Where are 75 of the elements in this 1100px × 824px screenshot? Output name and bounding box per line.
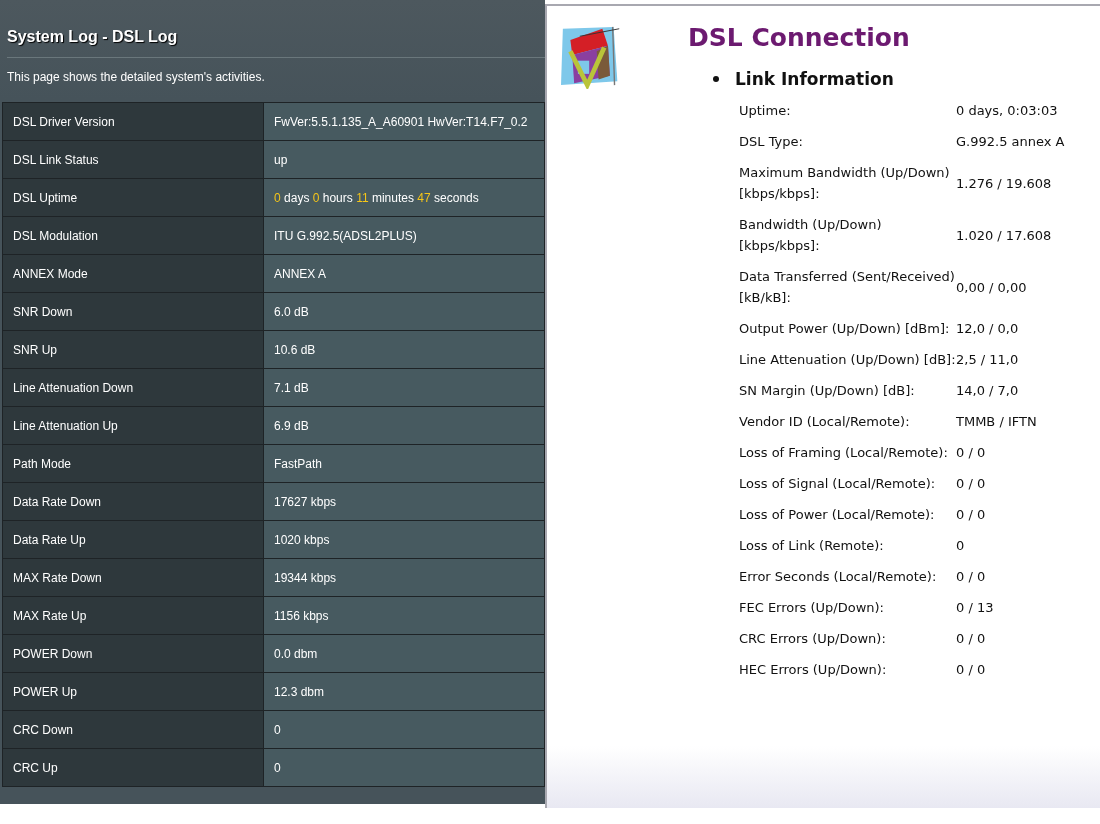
field-value: G.992.5 annex A (956, 133, 1065, 151)
field-value: 0 / 13 (956, 599, 994, 617)
field-value: 0 (956, 537, 965, 555)
label-cell: Line Attenuation Down (2, 368, 264, 407)
label-cell: MAX Rate Up (2, 596, 264, 635)
field-label: Loss of Signal (Local/Remote): (739, 475, 937, 493)
field-value: 0 days, 0:03:03 (956, 102, 1058, 120)
page-title: DSL Connection (688, 22, 911, 54)
field-value: 0 / 0 (956, 444, 986, 462)
label-cell: DSL Driver Version (2, 102, 264, 141)
label-cell: POWER Up (2, 672, 264, 711)
value-cell: 1020 kbps (263, 520, 545, 559)
value-cell: 0.0 dbm (263, 634, 545, 673)
value-cell: 1156 kbps (263, 596, 545, 635)
field-label: Line Attenuation (Up/Down) [dB]: (739, 351, 956, 369)
value-cell: ANNEX A (263, 254, 545, 293)
section-heading: Link Information (735, 68, 894, 91)
value-cell: 17627 kbps (263, 482, 545, 521)
label-cell: Line Attenuation Up (2, 406, 264, 445)
bullet-icon (713, 76, 719, 82)
field-value: 0 / 0 (956, 568, 986, 586)
field-value: 14,0 / 7,0 (956, 382, 1019, 400)
field-label: Error Seconds (Local/Remote): (739, 568, 938, 586)
value-cell: 6.9 dB (263, 406, 545, 445)
label-cell: SNR Up (2, 330, 264, 369)
field-label: Bandwidth (Up/Down) [kbps/kbps]: (739, 216, 883, 255)
field-label: FEC Errors (Up/Down): (739, 599, 885, 617)
field-label: Loss of Power (Local/Remote): (739, 506, 936, 524)
field-value: 0,00 / 0,00 (956, 278, 1027, 297)
field-label: Output Power (Up/Down) [dBm]: (739, 320, 951, 338)
field-label: Uptime: (739, 102, 792, 120)
field-label: CRC Errors (Up/Down): (739, 630, 887, 648)
value-cell: 0 (263, 710, 545, 749)
field-label: Loss of Framing (Local/Remote): (739, 444, 949, 462)
value-cell: 6.0 dB (263, 292, 545, 331)
field-value: 0 / 0 (956, 630, 986, 648)
label-cell: DSL Modulation (2, 216, 264, 255)
page-title: System Log - DSL Log (7, 27, 179, 47)
value-cell: 0 (263, 748, 545, 787)
field-value: 12,0 / 0,0 (956, 320, 1019, 338)
uptime-cell: 0 days 0 hours 11 minutes 47 seconds (263, 178, 545, 217)
value-cell: FwVer:5.5.1.135_A_A60901 HwVer:T14.F7_0.2 (263, 102, 545, 141)
field-value: 0 / 0 (956, 661, 986, 679)
field-value: 0 / 0 (956, 475, 986, 493)
field-label: Vendor ID (Local/Remote): (739, 413, 911, 431)
field-value: 0 / 0 (956, 506, 986, 524)
label-cell: CRC Up (2, 748, 264, 787)
field-label: SN Margin (Up/Down) [dB]: (739, 382, 916, 400)
label-cell: POWER Down (2, 634, 264, 673)
field-label: Data Transferred (Sent/Received) [kB/kB]: (739, 268, 956, 307)
field-label: HEC Errors (Up/Down): (739, 661, 888, 679)
field-label: Loss of Link (Remote): (739, 537, 885, 555)
label-cell: SNR Down (2, 292, 264, 331)
label-cell: ANNEX Mode (2, 254, 264, 293)
field-value: 1.020 / 17.608 (956, 226, 1052, 245)
label-cell: Data Rate Up (2, 520, 264, 559)
field-value: TMMB / IFTN (956, 413, 1037, 431)
field-value: 2,5 / 11,0 (956, 351, 1019, 369)
label-cell: DSL Uptime (2, 178, 264, 217)
field-value: 1.276 / 19.608 (956, 174, 1052, 193)
value-cell: ITU G.992.5(ADSL2PLUS) (263, 216, 545, 255)
field-label: Maximum Bandwidth (Up/Down) [kbps/kbps]: (739, 164, 951, 203)
label-cell: DSL Link Status (2, 140, 264, 179)
value-cell: 10.6 dB (263, 330, 545, 369)
label-cell: CRC Down (2, 710, 264, 749)
value-cell: up (263, 140, 545, 179)
label-cell: MAX Rate Down (2, 558, 264, 597)
label-cell: Data Rate Down (2, 482, 264, 521)
label-cell: Path Mode (2, 444, 264, 483)
value-cell: 19344 kbps (263, 558, 545, 597)
page-description: This page shows the detailed system's activities. (7, 69, 266, 85)
value-cell: 7.1 dB (263, 368, 545, 407)
value-cell: FastPath (263, 444, 545, 483)
field-label: DSL Type: (739, 133, 804, 151)
value-cell: 12.3 dbm (263, 672, 545, 711)
